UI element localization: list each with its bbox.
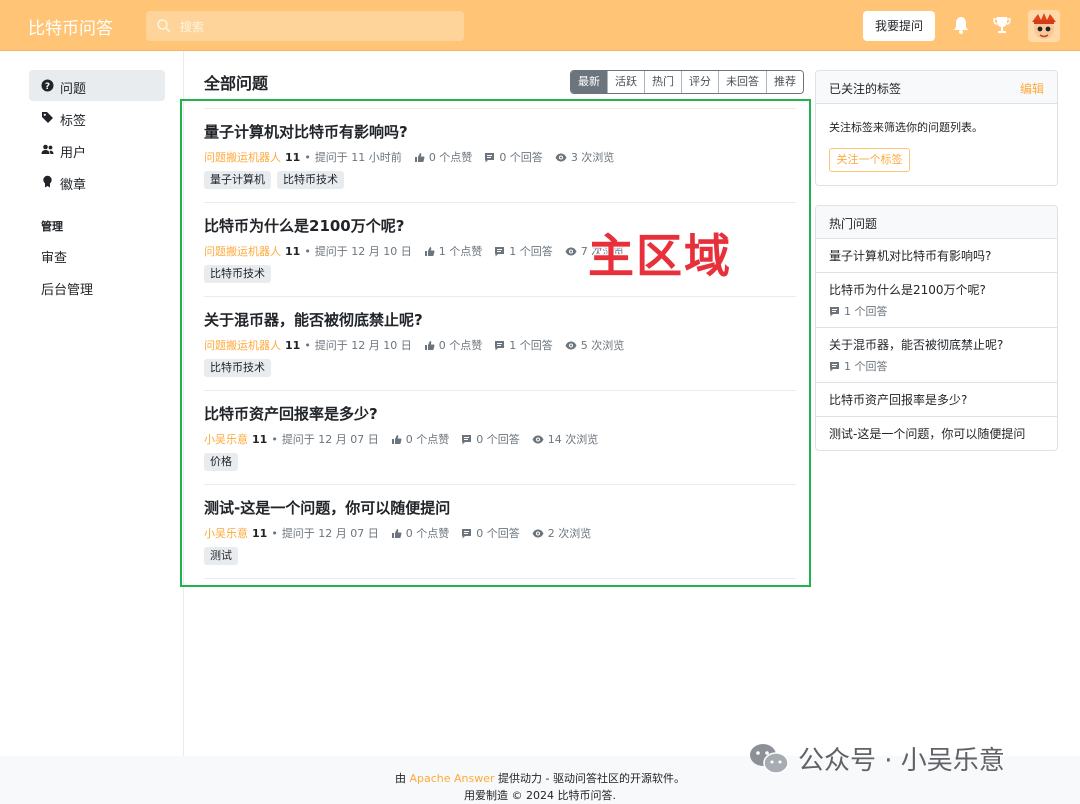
sidebar-item-review[interactable]: 审查: [41, 247, 67, 266]
sidebar-item-label: 问题: [60, 82, 87, 97]
tab-unanswered[interactable]: 未回答: [718, 71, 766, 93]
search-placeholder: 搜索: [180, 20, 205, 34]
hot-answer-count: 1 个回答: [844, 360, 888, 373]
sidebar-item-label: 用户: [60, 146, 87, 161]
tab-score[interactable]: 评分: [681, 71, 718, 93]
edit-link[interactable]: 编辑: [1020, 80, 1044, 97]
tab-hot[interactable]: 热门: [644, 71, 681, 93]
hot-question-title[interactable]: 量子计算机对比特币有影响吗?: [829, 247, 1044, 264]
answer-icon: [830, 306, 839, 316]
card-header: 已关注的标签 编辑: [816, 71, 1057, 104]
footer-suffix: 提供动力 - 驱动问答社区的开源软件。: [494, 772, 685, 785]
hot-question-item[interactable]: 测试-这是一个问题，你可以随便提问: [816, 417, 1057, 450]
search-input[interactable]: 搜索: [146, 11, 464, 41]
card-title: 热门问题: [829, 217, 878, 231]
hot-question-answers: 1 个回答: [829, 358, 1044, 374]
tag-icon: [42, 112, 53, 123]
watermark-text: 公众号 · 小吴乐意: [798, 746, 1005, 776]
badge-icon: [43, 175, 52, 188]
site-brand[interactable]: 比特币问答: [28, 14, 113, 39]
avatar[interactable]: [1028, 10, 1060, 42]
answer-icon: [830, 361, 839, 371]
hot-question-item[interactable]: 比特币为什么是2100万个呢? 1 个回答: [816, 273, 1057, 328]
overlay-label: 主区域: [587, 228, 732, 284]
sidebar-section-admin: 管理: [41, 220, 63, 233]
card-title: 已关注的标签: [829, 82, 902, 96]
sort-tabs: 最新 活跃 热门 评分 未回答 推荐: [570, 70, 804, 94]
hot-question-title[interactable]: 关于混币器，能否被彻底禁止呢?: [829, 336, 1044, 353]
tab-recommended[interactable]: 推荐: [766, 71, 803, 93]
card-header: 热门问题: [816, 206, 1057, 239]
hot-question-title[interactable]: 测试-这是一个问题，你可以随便提问: [829, 425, 1044, 442]
trophy-icon[interactable]: [991, 14, 1013, 36]
hot-question-title[interactable]: 比特币资产回报率是多少?: [829, 391, 1044, 408]
top-navbar: 比特币问答 搜索 我要提问: [0, 0, 1080, 51]
footer-copyright: 用爱制造 © 2024 比特币问答.: [464, 789, 616, 802]
ask-question-button[interactable]: 我要提问: [863, 11, 935, 41]
svg-text:?: ?: [45, 82, 50, 92]
card-description: 关注标签来筛选你的问题列表。: [829, 121, 983, 134]
search-icon: [157, 19, 171, 33]
users-icon: [41, 144, 54, 154]
footer-prefix: 由: [394, 772, 410, 785]
hot-questions-list: 量子计算机对比特币有影响吗? 比特币为什么是2100万个呢? 1 个回答 关于混币器，…: [816, 239, 1057, 450]
hot-question-item[interactable]: 关于混币器，能否被彻底禁止呢? 1 个回答: [816, 328, 1057, 383]
hot-question-item[interactable]: 量子计算机对比特币有影响吗?: [816, 239, 1057, 273]
sidebar-item-label: 徽章: [60, 178, 87, 193]
hot-question-item[interactable]: 比特币资产回报率是多少?: [816, 383, 1057, 417]
bell-icon[interactable]: [951, 15, 971, 35]
page-title: 全部问题: [204, 74, 269, 93]
wechat-watermark: 公众号 · 小吴乐意: [748, 740, 1005, 777]
sidebar-item-admin[interactable]: 后台管理: [41, 279, 93, 298]
question-circle-icon: ?: [41, 79, 54, 92]
sidebar-item-label: 标签: [60, 114, 87, 129]
wechat-icon: [750, 743, 789, 774]
apache-answer-link[interactable]: Apache Answer: [409, 772, 494, 785]
hot-answer-count: 1 个回答: [844, 305, 888, 318]
tab-active[interactable]: 活跃: [607, 71, 644, 93]
sidebar-item-questions[interactable]: ? 问题: [29, 70, 165, 101]
followed-tags-card: 已关注的标签 编辑 关注标签来筛选你的问题列表。 关注一个标签: [815, 70, 1058, 186]
highlight-frame: [180, 99, 811, 587]
tab-newest[interactable]: 最新: [571, 71, 607, 93]
hot-question-answers: 1 个回答: [829, 303, 1044, 319]
hot-question-title[interactable]: 比特币为什么是2100万个呢?: [829, 281, 1044, 298]
hot-questions-card: 热门问题 量子计算机对比特币有影响吗? 比特币为什么是2100万个呢? 1 个回答关…: [815, 205, 1058, 451]
follow-tag-button[interactable]: 关注一个标签: [829, 148, 910, 172]
sidebar-item-badges[interactable]: 徽章: [29, 166, 165, 197]
sidebar-item-users[interactable]: 用户: [29, 134, 165, 165]
sidebar-item-tags[interactable]: 标签: [29, 102, 165, 133]
